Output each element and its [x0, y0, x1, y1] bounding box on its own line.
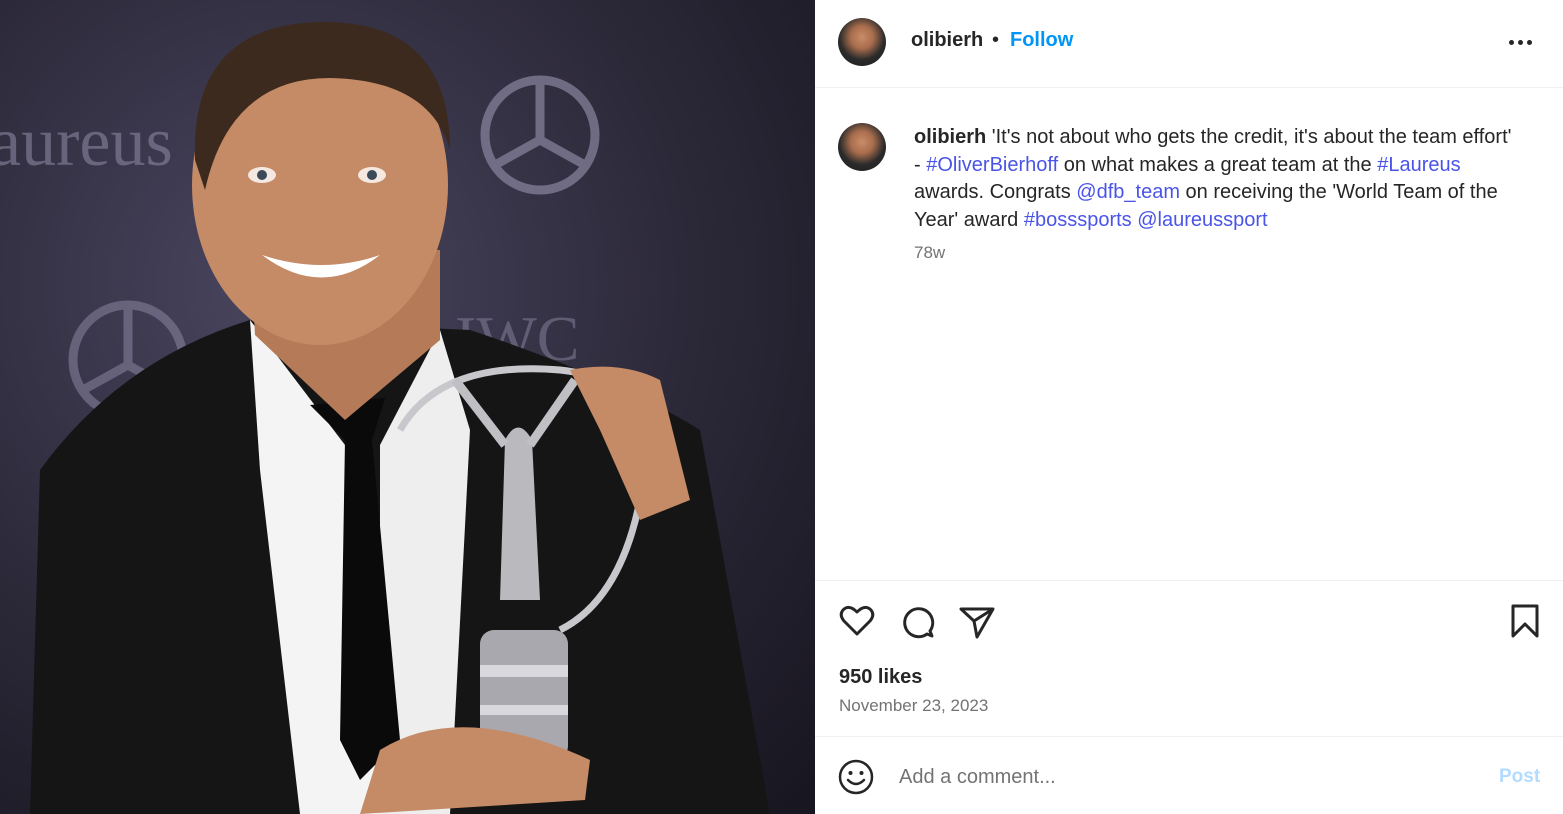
bookmark-icon[interactable] — [1505, 601, 1545, 641]
mercedes-logo-backdrop — [480, 75, 600, 195]
avatar[interactable] — [838, 18, 886, 66]
caption-part: on what makes a great team at the — [1058, 153, 1378, 176]
post-date[interactable]: November 23, 2023 — [839, 696, 988, 716]
comment-bar: Post — [815, 737, 1563, 814]
hashtag-link[interactable]: #bosssports — [1024, 209, 1132, 231]
post-age[interactable]: 78w — [914, 243, 945, 263]
hashtag-link[interactable]: #OliverBierhoff — [926, 154, 1058, 176]
heart-icon[interactable] — [837, 601, 877, 641]
post-comment-button[interactable]: Post — [1499, 766, 1540, 788]
comment-icon[interactable] — [897, 601, 937, 641]
caption-part: awards. Congrats — [914, 181, 1077, 203]
post-header: olibierh • Follow — [815, 0, 1563, 88]
header-username[interactable]: olibierh — [911, 29, 983, 52]
caption-text: olibierh 'It's not about who gets the cr… — [914, 124, 1514, 234]
more-options-icon[interactable] — [1505, 24, 1541, 60]
comment-input[interactable] — [899, 759, 1469, 795]
share-icon[interactable] — [957, 601, 997, 641]
post-photo[interactable]: aureus IWC — [0, 0, 815, 814]
follow-button[interactable]: Follow — [1010, 29, 1073, 52]
caption-section: olibierh 'It's not about who gets the cr… — [815, 88, 1563, 580]
hashtag-link[interactable]: #Laureus — [1377, 154, 1460, 176]
mention-link[interactable]: @laureussport — [1137, 209, 1267, 231]
emoji-icon[interactable] — [837, 758, 875, 796]
caption-username[interactable]: olibierh — [914, 126, 986, 148]
backdrop-text: aureus — [0, 104, 173, 181]
award-photo-illustration: aureus IWC — [0, 21, 770, 814]
separator-dot: • — [992, 29, 1000, 51]
action-bar: 950 likes November 23, 2023 — [815, 580, 1563, 737]
mention-link[interactable]: @dfb_team — [1076, 181, 1180, 203]
post-panel: olibierh • Follow olibierh 'It's not abo… — [815, 0, 1563, 814]
caption-avatar[interactable] — [838, 123, 886, 171]
likes-count[interactable]: 950 likes — [839, 666, 922, 689]
